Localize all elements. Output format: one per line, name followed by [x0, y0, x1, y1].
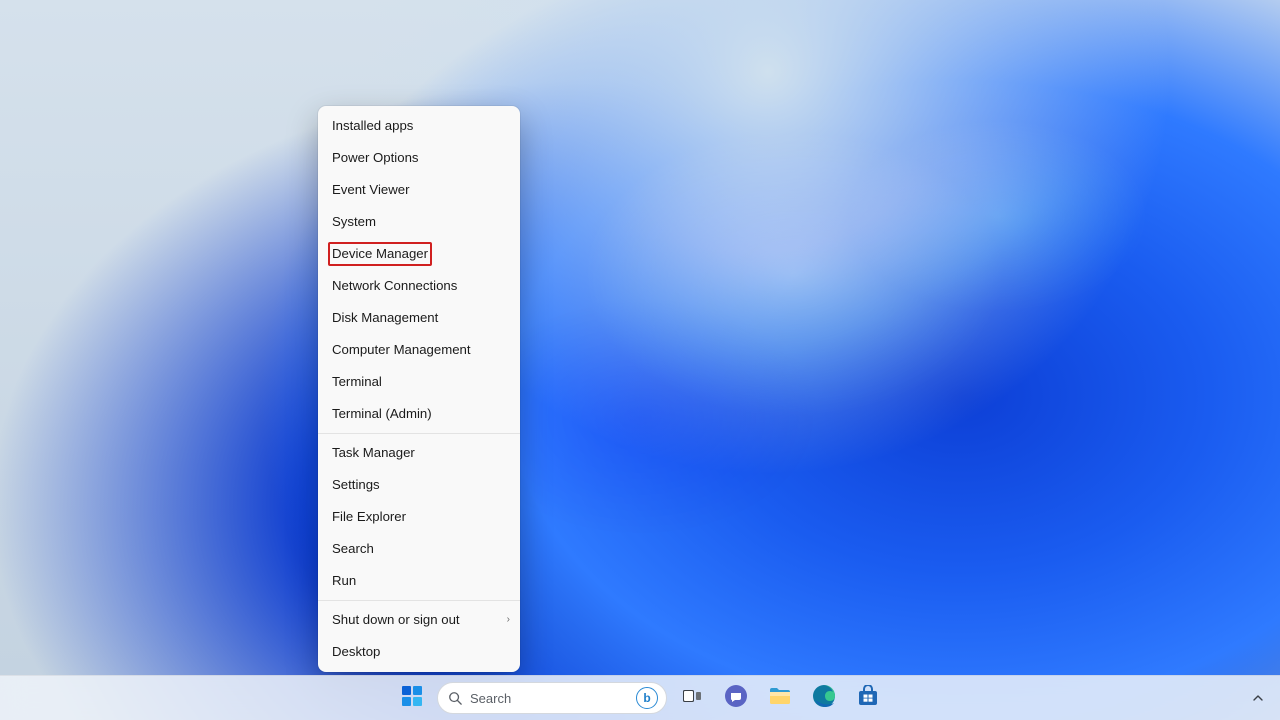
- menu-settings-label: Settings: [332, 477, 380, 492]
- menu-shutdown-signout[interactable]: Shut down or sign out ›: [318, 604, 520, 636]
- menu-run-label: Run: [332, 573, 356, 588]
- menu-run[interactable]: Run: [318, 565, 520, 597]
- edge-icon: [812, 684, 836, 713]
- taskview-icon: [681, 685, 703, 712]
- menu-search[interactable]: Search: [318, 533, 520, 565]
- store-icon: [857, 685, 879, 712]
- menu-terminal[interactable]: Terminal: [318, 366, 520, 398]
- menu-task-manager[interactable]: Task Manager: [318, 437, 520, 469]
- chat-button[interactable]: [717, 679, 755, 717]
- explorer-icon: [768, 685, 792, 712]
- store-button[interactable]: [849, 679, 887, 717]
- menu-power-options-label: Power Options: [332, 150, 419, 165]
- system-tray: [1244, 676, 1272, 720]
- menu-task-manager-label: Task Manager: [332, 445, 415, 460]
- menu-desktop[interactable]: Desktop: [318, 636, 520, 668]
- tray-overflow-button[interactable]: [1244, 684, 1272, 712]
- menu-terminal-admin-label: Terminal (Admin): [332, 406, 432, 421]
- desktop-wallpaper: [0, 0, 1280, 720]
- search-icon: [448, 691, 462, 705]
- menu-terminal-label: Terminal: [332, 374, 382, 389]
- edge-button[interactable]: [805, 679, 843, 717]
- start-button[interactable]: [393, 679, 431, 717]
- chevron-up-icon: [1252, 692, 1264, 704]
- menu-installed-apps[interactable]: Installed apps: [318, 110, 520, 142]
- menu-settings[interactable]: Settings: [318, 469, 520, 501]
- menu-device-manager-label: Device Manager: [328, 242, 432, 266]
- menu-separator: [318, 600, 520, 601]
- menu-terminal-admin[interactable]: Terminal (Admin): [318, 398, 520, 430]
- menu-network-connections-label: Network Connections: [332, 278, 457, 293]
- menu-computer-management-label: Computer Management: [332, 342, 471, 357]
- menu-network-connections[interactable]: Network Connections: [318, 270, 520, 302]
- menu-device-manager[interactable]: Device Manager: [318, 238, 520, 270]
- search-placeholder-label: Search: [470, 691, 628, 706]
- menu-event-viewer-label: Event Viewer: [332, 182, 409, 197]
- menu-shutdown-signout-label: Shut down or sign out: [332, 612, 460, 627]
- taskbar: Searchb: [0, 675, 1280, 720]
- start-icon: [401, 685, 423, 712]
- chevron-right-icon: ›: [507, 611, 510, 629]
- task-view-button[interactable]: [673, 679, 711, 717]
- menu-disk-management[interactable]: Disk Management: [318, 302, 520, 334]
- menu-file-explorer-label: File Explorer: [332, 509, 406, 524]
- winx-context-menu: Installed apps Power Options Event Viewer S…: [318, 106, 520, 672]
- menu-file-explorer[interactable]: File Explorer: [318, 501, 520, 533]
- menu-search-label: Search: [332, 541, 374, 556]
- bing-icon: b: [636, 687, 658, 709]
- menu-desktop-label: Desktop: [332, 644, 380, 659]
- menu-installed-apps-label: Installed apps: [332, 118, 413, 133]
- menu-system-label: System: [332, 214, 376, 229]
- file-explorer-button[interactable]: [761, 679, 799, 717]
- chat-icon: [724, 684, 748, 713]
- menu-disk-management-label: Disk Management: [332, 310, 438, 325]
- menu-computer-management[interactable]: Computer Management: [318, 334, 520, 366]
- menu-system[interactable]: System: [318, 206, 520, 238]
- menu-power-options[interactable]: Power Options: [318, 142, 520, 174]
- menu-separator: [318, 433, 520, 434]
- menu-event-viewer[interactable]: Event Viewer: [318, 174, 520, 206]
- search-box[interactable]: Searchb: [437, 682, 667, 714]
